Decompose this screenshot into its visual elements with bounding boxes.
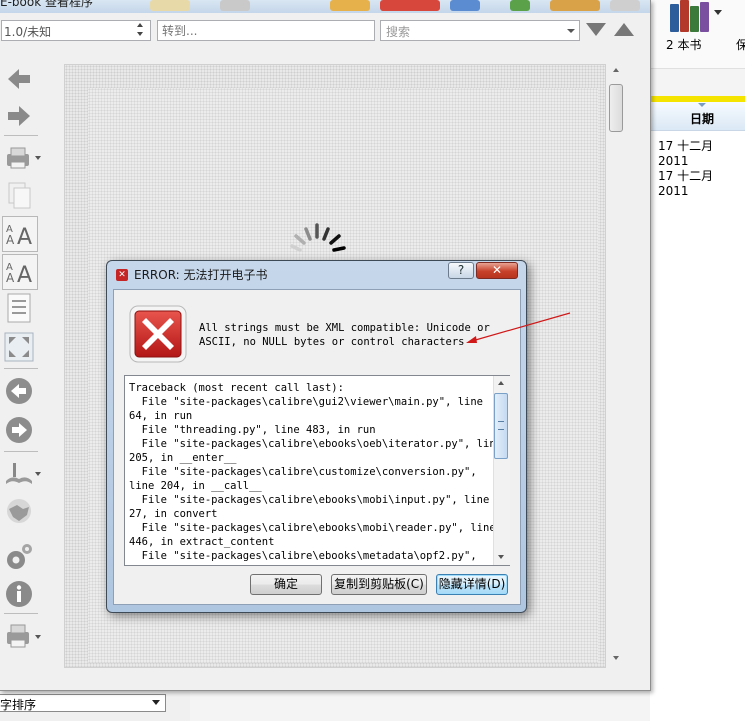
date-column-header-label: 日期	[690, 112, 715, 126]
chevron-down-icon[interactable]	[567, 29, 575, 33]
help-button[interactable]: ?	[448, 262, 474, 279]
loading-spinner-icon	[290, 223, 346, 252]
spin-up-icon[interactable]	[137, 23, 143, 27]
toolbar-separator	[4, 613, 38, 614]
traceback-text: Traceback (most recent call last): File …	[129, 382, 502, 562]
scroll-up-icon[interactable]	[498, 381, 504, 385]
find-previous-icon[interactable]	[614, 23, 634, 36]
toolbar-separator	[4, 135, 38, 136]
forward-arrow-icon[interactable]	[2, 99, 36, 133]
books-icon[interactable]	[668, 0, 712, 32]
svg-text:A: A	[6, 271, 15, 285]
previous-page-icon[interactable]	[2, 374, 36, 408]
table-row[interactable]: 17 十二月 2011	[658, 167, 745, 198]
svg-text:A: A	[6, 224, 13, 235]
scroll-grip-icon	[498, 421, 504, 430]
chevron-down-icon[interactable]	[152, 700, 160, 705]
copy-page-icon[interactable]	[2, 178, 36, 212]
toolbar-separator	[4, 451, 38, 452]
document-scrollbar[interactable]	[606, 64, 628, 666]
next-page-icon[interactable]	[2, 413, 36, 447]
svg-text:A: A	[17, 225, 32, 248]
viewer-title: E-book 查看程序	[0, 0, 93, 9]
sort-by-label: 字排序	[0, 698, 37, 712]
search-placeholder: 搜索	[386, 25, 411, 39]
spin-down-icon[interactable]	[137, 32, 143, 36]
print-preview-icon[interactable]	[2, 619, 36, 653]
copy-to-clipboard-button[interactable]: 复制到剪贴板(C)	[331, 574, 427, 595]
dialog-title: ERROR: 无法打开电子书	[134, 268, 268, 282]
table-row[interactable]: 17 十二月 2011	[658, 137, 745, 168]
close-button[interactable]: ✕	[476, 262, 518, 279]
svg-text:A: A	[6, 262, 13, 273]
find-next-icon[interactable]	[586, 23, 606, 36]
bookmark-icon[interactable]	[2, 456, 36, 490]
viewer-title-bar: E-book 查看程序	[0, 0, 650, 13]
chevron-down-icon[interactable]	[35, 156, 41, 160]
preferences-icon[interactable]	[2, 540, 36, 574]
hide-details-button[interactable]: 隐藏详情(D)	[436, 574, 508, 595]
chevron-down-icon[interactable]	[35, 472, 41, 476]
toc-icon[interactable]	[2, 291, 36, 325]
calibre-error-icon: ✕	[116, 269, 128, 281]
fullscreen-icon[interactable]	[2, 330, 36, 364]
font-smaller-icon[interactable]: AAA	[2, 254, 38, 290]
scroll-down-icon[interactable]	[613, 656, 619, 660]
scroll-down-icon[interactable]	[498, 555, 504, 559]
chevron-down-icon[interactable]	[35, 635, 41, 639]
scroll-up-icon[interactable]	[613, 68, 619, 72]
svg-text:A: A	[6, 233, 15, 247]
book-count-label[interactable]: 2 本书	[666, 36, 701, 53]
library-dropdown-caret-icon[interactable]	[714, 10, 722, 15]
book-list	[650, 130, 745, 721]
error-icon	[129, 305, 187, 363]
save-to-disk-label[interactable]: 保	[736, 36, 745, 53]
reference-icon[interactable]	[2, 494, 36, 528]
toolbar-separator	[4, 368, 38, 369]
error-message: All strings must be XML compatible: Unic…	[199, 322, 490, 348]
annotation-arrow-icon	[466, 312, 571, 343]
document-scrollbar-thumb[interactable]	[609, 84, 623, 132]
info-icon[interactable]	[2, 577, 36, 611]
goto-input[interactable]	[157, 20, 375, 41]
page-position-value: 1.0/未知	[4, 25, 52, 39]
back-arrow-icon[interactable]	[2, 62, 36, 96]
title-bar-decoration	[150, 0, 640, 13]
font-larger-icon[interactable]: AAA	[2, 216, 38, 252]
print-icon[interactable]	[2, 141, 36, 175]
svg-text:A: A	[17, 263, 32, 286]
sort-indicator-icon	[698, 103, 706, 107]
ok-button[interactable]: 确定	[250, 574, 322, 595]
